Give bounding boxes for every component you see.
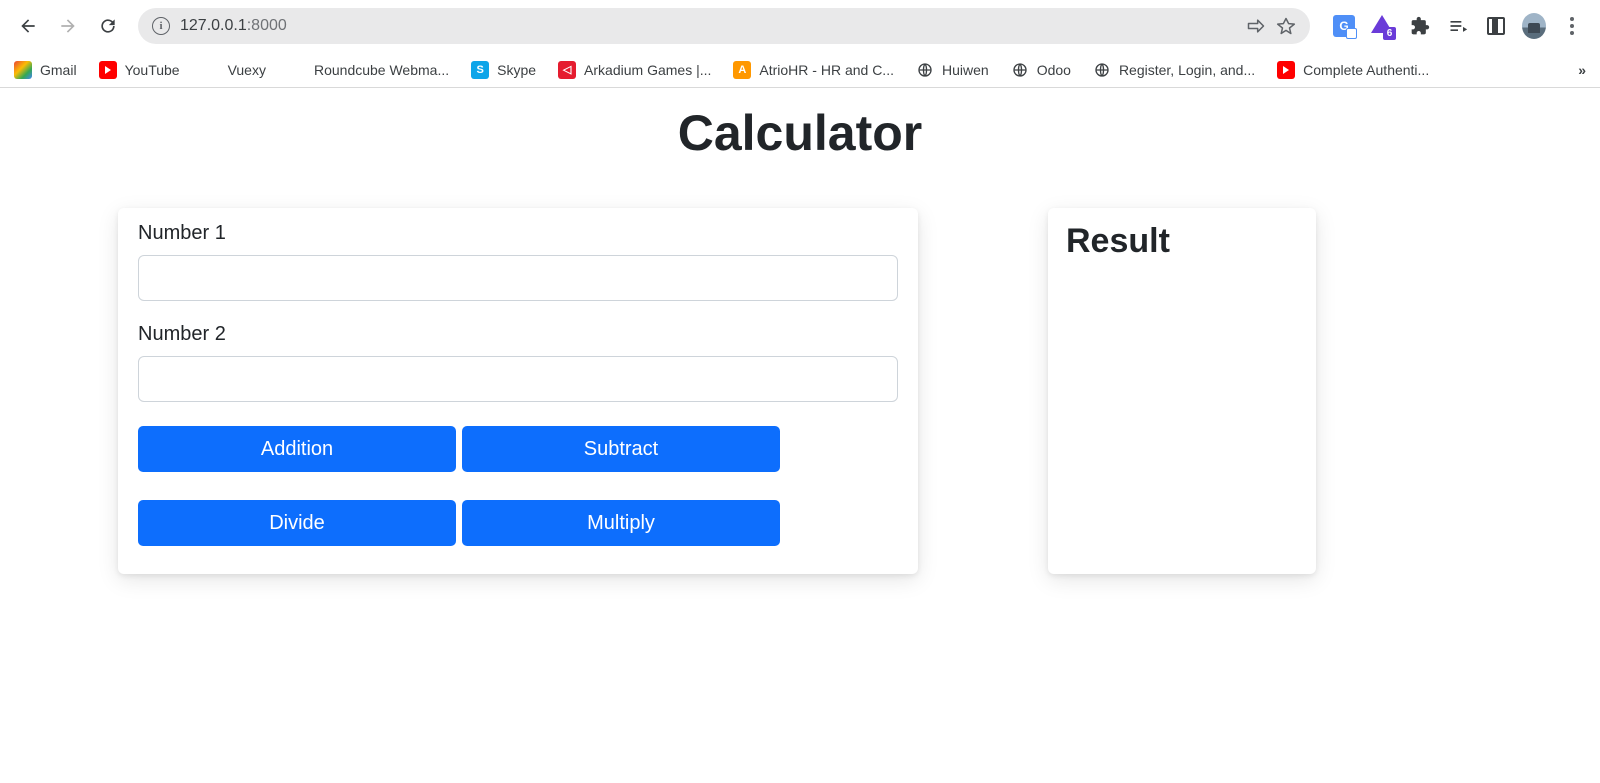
- atriohr-icon: A: [733, 61, 751, 79]
- gmail-icon: [14, 61, 32, 79]
- vuexy-icon: ❤: [202, 61, 220, 79]
- url-text: 127.0.0.1:8000: [180, 17, 287, 35]
- site-info-icon[interactable]: i: [152, 17, 170, 35]
- button-row-2: Divide Multiply: [138, 500, 898, 546]
- arrow-right-icon: [58, 16, 78, 36]
- chrome-menu-icon[interactable]: [1560, 17, 1584, 35]
- youtube-icon: [1277, 61, 1295, 79]
- bookmarks-bar: Gmail YouTube ❤ Vuexy cP Roundcube Webma…: [0, 52, 1600, 88]
- bookmark-huiwen[interactable]: Huiwen: [916, 61, 989, 79]
- bookmark-label: Huiwen: [942, 62, 989, 78]
- bookmark-label: Odoo: [1037, 62, 1071, 78]
- google-translate-extension-icon[interactable]: G: [1332, 14, 1356, 38]
- number2-label: Number 2: [138, 323, 898, 346]
- extensions-puzzle-icon[interactable]: [1408, 14, 1432, 38]
- address-bar[interactable]: i 127.0.0.1:8000: [138, 8, 1310, 44]
- number1-input[interactable]: [138, 255, 898, 301]
- bookmark-arkadium[interactable]: ◁ Arkadium Games |...: [558, 61, 711, 79]
- bookmark-youtube[interactable]: YouTube: [99, 61, 180, 79]
- bookmark-odoo[interactable]: Odoo: [1011, 61, 1071, 79]
- bookmark-label: YouTube: [125, 62, 180, 78]
- reload-icon: [98, 16, 118, 36]
- page-title: Calculator: [0, 104, 1600, 162]
- globe-icon: [916, 61, 934, 79]
- bookmark-label: Skype: [497, 62, 536, 78]
- bookmark-label: Register, Login, and...: [1119, 62, 1255, 78]
- bookmark-register-login[interactable]: Register, Login, and...: [1093, 61, 1255, 79]
- reload-button[interactable]: [90, 8, 126, 44]
- globe-icon: [1093, 61, 1111, 79]
- share-icon[interactable]: [1246, 16, 1266, 36]
- multiply-button[interactable]: Multiply: [462, 500, 780, 546]
- addition-button[interactable]: Addition: [138, 426, 456, 472]
- idm-extension-icon[interactable]: 6: [1370, 14, 1394, 38]
- page-root: Calculator Number 1 Number 2 Addition Su…: [0, 104, 1600, 574]
- bookmark-label: Complete Authenti...: [1303, 62, 1429, 78]
- result-heading: Result: [1066, 222, 1298, 261]
- skype-icon: S: [471, 61, 489, 79]
- bookmark-gmail[interactable]: Gmail: [14, 61, 77, 79]
- globe-icon: [1011, 61, 1029, 79]
- arrow-left-icon: [18, 16, 38, 36]
- bookmark-vuexy[interactable]: ❤ Vuexy: [202, 61, 266, 79]
- side-panel-icon[interactable]: [1484, 14, 1508, 38]
- profile-avatar-icon[interactable]: [1522, 14, 1546, 38]
- forward-button[interactable]: [50, 8, 86, 44]
- bookmark-label: Arkadium Games |...: [584, 62, 711, 78]
- button-row-1: Addition Subtract: [138, 426, 898, 472]
- youtube-icon: [99, 61, 117, 79]
- bookmark-label: Gmail: [40, 62, 77, 78]
- extensions-area: G 6: [1322, 14, 1590, 38]
- bookmark-label: AtrioHR - HR and C...: [759, 62, 894, 78]
- bookmark-complete-auth[interactable]: Complete Authenti...: [1277, 61, 1429, 79]
- back-button[interactable]: [10, 8, 46, 44]
- divide-button[interactable]: Divide: [138, 500, 456, 546]
- arkadium-icon: ◁: [558, 61, 576, 79]
- calculator-card: Number 1 Number 2 Addition Subtract Divi…: [118, 208, 918, 574]
- browser-toolbar: i 127.0.0.1:8000 G 6: [0, 0, 1600, 52]
- bookmark-label: Vuexy: [228, 62, 266, 78]
- reading-list-icon[interactable]: [1446, 14, 1470, 38]
- content-layout: Number 1 Number 2 Addition Subtract Divi…: [0, 208, 1600, 574]
- bookmarks-overflow-icon[interactable]: »: [1578, 62, 1586, 78]
- bookmark-atriohr[interactable]: A AtrioHR - HR and C...: [733, 61, 894, 79]
- number2-input[interactable]: [138, 356, 898, 402]
- cpanel-icon: cP: [288, 61, 306, 79]
- bookmark-skype[interactable]: S Skype: [471, 61, 536, 79]
- bookmark-star-icon[interactable]: [1276, 16, 1296, 36]
- subtract-button[interactable]: Subtract: [462, 426, 780, 472]
- number1-label: Number 1: [138, 222, 898, 245]
- bookmark-roundcube[interactable]: cP Roundcube Webma...: [288, 61, 449, 79]
- bookmark-label: Roundcube Webma...: [314, 62, 449, 78]
- result-card: Result: [1048, 208, 1316, 574]
